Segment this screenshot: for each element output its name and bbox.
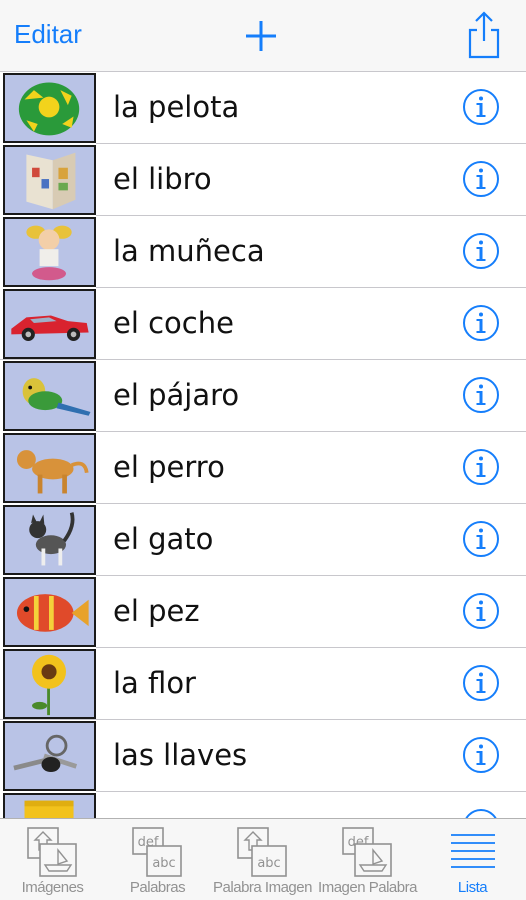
list-item[interactable]: el perro	[0, 432, 526, 504]
item-word: la muñeca	[113, 234, 265, 268]
word-list[interactable]: la pelota el libro la muñeca el coche el…	[0, 72, 526, 818]
word-image-tab-icon: abc	[236, 827, 287, 877]
list-item[interactable]: la muñeca	[0, 216, 526, 288]
image-word-tab-icon: def	[341, 827, 392, 877]
list-item[interactable]: el libro	[0, 144, 526, 216]
sunflower-image	[3, 649, 96, 719]
words-tab-icon: def abc	[131, 827, 182, 877]
tab-label: Lista	[457, 879, 488, 896]
info-icon[interactable]	[462, 304, 500, 342]
book-image	[3, 145, 96, 215]
info-icon[interactable]	[462, 736, 500, 774]
red-car-image	[3, 289, 96, 359]
tab-word-image[interactable]: abc Palabra Imagen	[210, 819, 315, 900]
tab-images[interactable]: Imágenes	[0, 819, 105, 900]
item-word: el pez	[113, 594, 200, 628]
edit-button[interactable]: Editar	[14, 19, 82, 50]
dog-image	[3, 433, 96, 503]
list-item[interactable]: el coche	[0, 288, 526, 360]
parakeet-image	[3, 361, 96, 431]
tab-image-word[interactable]: def Imagen Palabra	[315, 819, 420, 900]
item-word: el libro	[113, 162, 212, 196]
tab-words[interactable]: def abc Palabras	[105, 819, 210, 900]
cat-image	[3, 505, 96, 575]
svg-text:abc: abc	[257, 856, 280, 871]
info-icon[interactable]	[462, 160, 500, 198]
share-icon[interactable]	[466, 10, 502, 60]
item-word: el perro	[113, 450, 225, 484]
tab-list[interactable]: Lista	[420, 819, 525, 900]
tab-label: Imagen Palabra	[318, 879, 417, 896]
svg-text:abc: abc	[152, 856, 175, 871]
list-item[interactable]: el gato	[0, 504, 526, 576]
info-icon[interactable]	[462, 376, 500, 414]
navigation-bar: Editar	[0, 0, 526, 72]
list-item[interactable]: el pájaro	[0, 360, 526, 432]
yellow-cup-image	[3, 793, 96, 818]
item-word: el gato	[113, 522, 214, 556]
info-icon[interactable]	[462, 520, 500, 558]
list-item[interactable]: las llaves	[0, 720, 526, 792]
tab-bar: Imágenes def abc Palabras abc Palabra Im…	[0, 818, 526, 900]
tab-label: Palabras	[129, 879, 186, 896]
tab-label: Palabra Imagen	[213, 879, 312, 896]
list-item[interactable]	[0, 792, 526, 818]
item-word: el coche	[113, 306, 234, 340]
info-icon[interactable]	[462, 88, 500, 126]
item-word: la flor	[113, 666, 196, 700]
keys-image	[3, 721, 96, 791]
list-tab-icon	[450, 834, 495, 868]
info-icon[interactable]	[462, 808, 500, 818]
soccer-ball-image	[3, 73, 96, 143]
info-icon[interactable]	[462, 232, 500, 270]
item-word: las llaves	[113, 738, 248, 772]
list-item[interactable]: el pez	[0, 576, 526, 648]
list-item[interactable]: la pelota	[0, 72, 526, 144]
item-word: el pájaro	[113, 378, 240, 412]
plus-icon[interactable]	[243, 18, 279, 54]
list-item[interactable]: la flor	[0, 648, 526, 720]
fish-image	[3, 577, 96, 647]
info-icon[interactable]	[462, 592, 500, 630]
info-icon[interactable]	[462, 664, 500, 702]
item-word: la pelota	[113, 90, 240, 124]
doll-image	[3, 217, 96, 287]
tab-label: Imágenes	[21, 879, 84, 896]
images-tab-icon	[26, 827, 77, 877]
info-icon[interactable]	[462, 448, 500, 486]
